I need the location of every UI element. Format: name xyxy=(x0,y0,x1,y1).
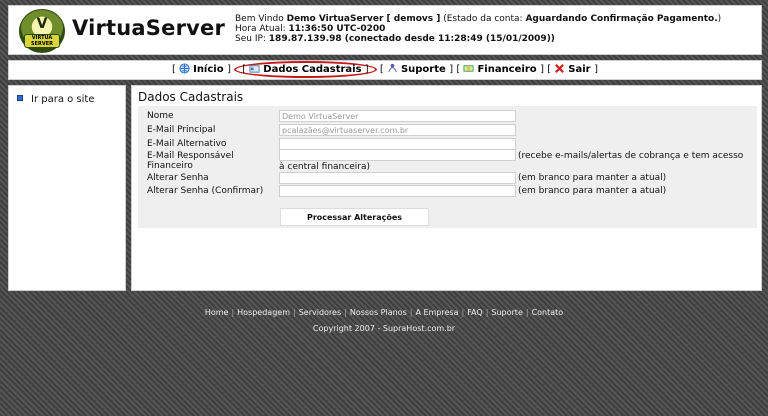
account-form: Nome E-Mail Principal E-Mail Alternativo… xyxy=(138,106,757,228)
nav-inicio[interactable]: Início xyxy=(179,63,227,75)
copyright: Copyright 2007 - SupraHost.com.br xyxy=(312,324,456,333)
label-email-responsavel: E-Mail Responsável Financeiro xyxy=(147,151,234,171)
time-line: Hora Atual: 11:36:50 UTC-0200 xyxy=(235,24,386,34)
sidebar: Ir para o site xyxy=(8,85,126,291)
label-confirmar-senha: Alterar Senha (Confirmar) xyxy=(147,186,264,196)
site-header: V VIRTUA SERVER VirtuaServer Bem Vindo D… xyxy=(8,5,762,55)
page-title: Dados Cadastrais xyxy=(138,90,244,104)
exit-icon xyxy=(555,64,565,73)
support-icon xyxy=(388,63,397,73)
card-icon xyxy=(249,65,260,73)
nav-sair[interactable]: Sair xyxy=(554,64,594,75)
main-nav: [ Início ] [ Dados Cadastrais ] [ Suport… xyxy=(8,60,762,80)
footer-link-suporte[interactable]: Suporte xyxy=(491,308,522,317)
footer-link-a-empresa[interactable]: A Empresa xyxy=(415,308,458,317)
label-nome: Nome xyxy=(147,111,174,121)
logo-glyph: V xyxy=(36,16,48,32)
logo-badge: VIRTUA SERVER xyxy=(24,34,60,48)
email-principal-input[interactable] xyxy=(279,124,516,136)
footer-link-faq[interactable]: FAQ xyxy=(467,308,483,317)
sidebar-item-ir-para-o-site[interactable]: Ir para o site xyxy=(17,94,95,105)
footer-link-hospedagem[interactable]: Hospedagem xyxy=(237,308,290,317)
label-email-alternativo: E-Mail Alternativo xyxy=(147,139,227,149)
footer-links: Home | Hospedagem | Servidores | Nossos Planos… xyxy=(204,308,564,317)
footer-link-nossos-planos[interactable]: Nossos Planos xyxy=(350,308,407,317)
nav-suporte[interactable]: Suporte xyxy=(387,63,449,75)
email-responsavel-note: (recebe e-mails/alertas de cobrança e te… xyxy=(279,151,744,172)
user-ip: 189.87.139.98 (conectado desde 11:28:49 … xyxy=(268,34,555,44)
senha-note: (em branco para manter a atual) xyxy=(518,173,667,183)
ip-line: Seu IP: 189.87.139.98 (conectado desde 1… xyxy=(235,34,555,44)
footer-link-home[interactable]: Home xyxy=(205,308,229,317)
nav-financeiro[interactable]: Financeiro xyxy=(463,64,540,75)
footer-link-servidores[interactable]: Servidores xyxy=(299,308,341,317)
main-panel: Dados Cadastrais Nome E-Mail Principal E… xyxy=(131,85,762,291)
processar-alteracoes-button[interactable]: Processar Alterações xyxy=(280,208,429,226)
globe-icon xyxy=(179,63,190,74)
confirmar-senha-input[interactable] xyxy=(279,185,516,197)
welcome-line: Bem Vindo Demo VirtuaServer [ demovs ] (… xyxy=(235,14,722,24)
label-alterar-senha: Alterar Senha xyxy=(147,173,209,183)
nav-dados-cadastrais[interactable]: [ Dados Cadastrais ] xyxy=(234,61,377,78)
bullet-icon xyxy=(17,95,23,101)
site-footer: Home | Hospedagem | Servidores | Nossos Planos… xyxy=(0,308,768,333)
virtuaserver-logo-icon: V VIRTUA SERVER xyxy=(19,9,65,53)
account-info: Bem Vindo Demo VirtuaServer [ demovs ] (… xyxy=(235,14,755,44)
current-time: 11:36:50 UTC-0200 xyxy=(288,24,386,34)
logo-text: VirtuaServer xyxy=(72,16,226,40)
account-status: Aguardando Confirmação Pagamento. xyxy=(525,14,718,24)
user-name: Demo VirtuaServer [ demovs ] xyxy=(286,14,441,24)
senha-input[interactable] xyxy=(279,172,516,184)
money-icon xyxy=(463,65,474,72)
confirmar-senha-note: (em branco para manter a atual) xyxy=(518,186,667,196)
nome-input[interactable] xyxy=(279,110,516,122)
label-email-principal: E-Mail Principal xyxy=(147,125,216,135)
footer-link-contato[interactable]: Contato xyxy=(532,308,564,317)
